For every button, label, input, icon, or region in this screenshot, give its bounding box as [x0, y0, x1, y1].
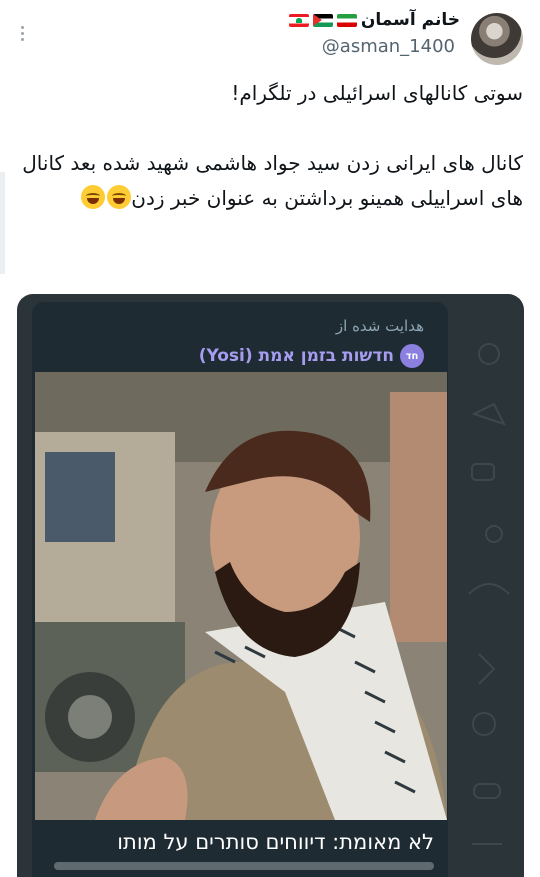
grinning-sweat-emoji-icon — [81, 185, 106, 209]
telegram-message-bubble: هدایت شده از חד חדשות בזמן אמת (Yosi) לא… — [32, 302, 448, 877]
channel-name: חדשות בזמן אמת (Yosi) — [198, 346, 394, 366]
channel-row: חד חדשות בזמן אמת (Yosi) — [199, 344, 424, 368]
news-photo — [35, 372, 447, 820]
palestine-flag-icon — [312, 13, 333, 27]
tweet-text: سوتی کانالهای اسرائیلی در تلگرام! کانال … — [18, 76, 523, 216]
caption-cut-off-line — [54, 862, 434, 870]
lebanon-flag-icon — [288, 13, 309, 27]
user-handle[interactable]: @asman_1400 — [322, 36, 455, 57]
more-options-icon[interactable] — [18, 26, 28, 46]
avatar[interactable] — [471, 13, 523, 65]
message-caption: לא מאומת: דיווחים סותרים על מותו — [117, 830, 434, 854]
iran-flag-icon — [336, 13, 357, 27]
channel-avatar: חד — [400, 344, 424, 368]
author-name-row: خانم آسمان — [288, 10, 460, 30]
chat-wallpaper-doodles — [468, 343, 510, 845]
forwarded-label: هدایت شده از — [335, 317, 424, 335]
attached-screenshot[interactable]: هدایت شده از חד חדשות בזמן אמת (Yosi) לא… — [17, 294, 524, 877]
scroll-edge — [0, 172, 5, 274]
grinning-sweat-emoji-icon — [107, 185, 132, 209]
display-name[interactable]: خانم آسمان — [361, 10, 460, 30]
man-with-keffiyeh-photo — [35, 372, 447, 820]
